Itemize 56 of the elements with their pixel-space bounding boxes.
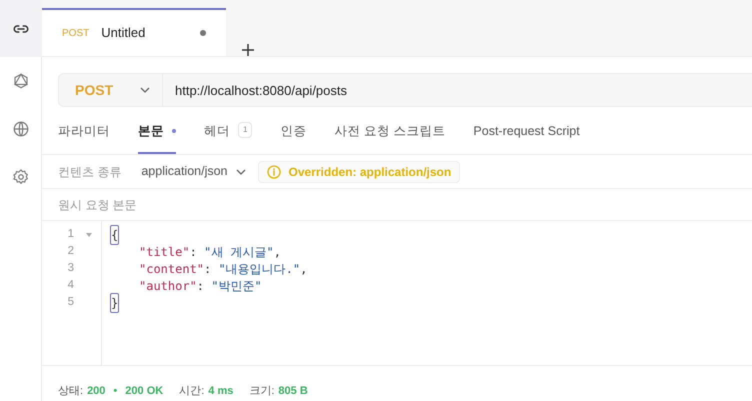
code-text: : (204, 260, 212, 278)
line-number: 1 (66, 226, 74, 242)
brace: { (110, 224, 120, 244)
body-tab[interactable]: 인증 (280, 122, 306, 154)
tab-label: 인증 (280, 123, 306, 140)
fold-icon[interactable] (86, 232, 92, 236)
tab-label: 사전 요청 스크립트 (334, 123, 446, 140)
settings-icon (12, 168, 30, 186)
status-text: 200 (87, 384, 106, 400)
body-label: 원시 요청 본문 (58, 196, 137, 214)
info-icon (266, 164, 281, 178)
sidebar-item[interactable] (0, 0, 42, 57)
code-text: "내용입니다." (218, 260, 300, 278)
code-text: "새 게시글" (204, 244, 274, 260)
url-field[interactable]: http://localhost:8080/api/posts (163, 73, 752, 107)
line-number: 5 (66, 294, 74, 310)
status-text: 상태: (58, 384, 84, 400)
tab-label: Post-request Script (473, 123, 580, 140)
triangle-icon (12, 72, 30, 90)
line-number: 2 (66, 244, 74, 259)
plus-icon (242, 44, 254, 56)
status-text: 크기: (249, 384, 274, 400)
status-text: 4 ms (208, 384, 234, 400)
code-text: : (190, 244, 198, 260)
request-tab[interactable]: POST Untitled (42, 8, 226, 56)
code-text: , (300, 260, 308, 278)
status-text: 805 B (278, 384, 308, 400)
chevron-down-icon (140, 87, 150, 93)
tab-label: 본문 (138, 123, 164, 140)
code-text: : (196, 278, 206, 294)
body-tab[interactable]: 파라미터 (58, 122, 110, 154)
line-number: 4 (66, 278, 74, 293)
tab-label: 헤더 (204, 123, 230, 140)
method-label: POST (62, 26, 90, 40)
count-badge: 1 (238, 122, 252, 138)
brace: } (110, 292, 120, 312)
tab-label: 파라미터 (58, 123, 110, 140)
code-text: "author" (139, 278, 197, 294)
body-tab[interactable]: Post-request Script (473, 122, 580, 154)
status-text: 시간: (179, 384, 204, 400)
status-text: • (113, 384, 118, 400)
status-text: 200 OK (125, 384, 164, 400)
body-tab[interactable]: 사전 요청 스크립트 (334, 122, 446, 154)
tab-title: Untitled (101, 24, 146, 42)
content-type-label: 컨텐츠 종류 (58, 164, 122, 180)
body-tab[interactable]: 본문 (138, 122, 176, 154)
body-tab[interactable]: 헤더 1 (204, 122, 252, 154)
content-type-dropdown[interactable]: application/json (141, 162, 246, 181)
globe-icon (12, 120, 30, 138)
code-text: "title" (139, 244, 190, 260)
line-number: 3 (66, 260, 74, 276)
notice-text: Overridden: application/json (288, 164, 452, 180)
code-text: , (274, 244, 281, 260)
chevron-down-icon (236, 168, 246, 174)
code-text: "박민준" (211, 278, 262, 294)
code-text: "content" (139, 260, 204, 278)
